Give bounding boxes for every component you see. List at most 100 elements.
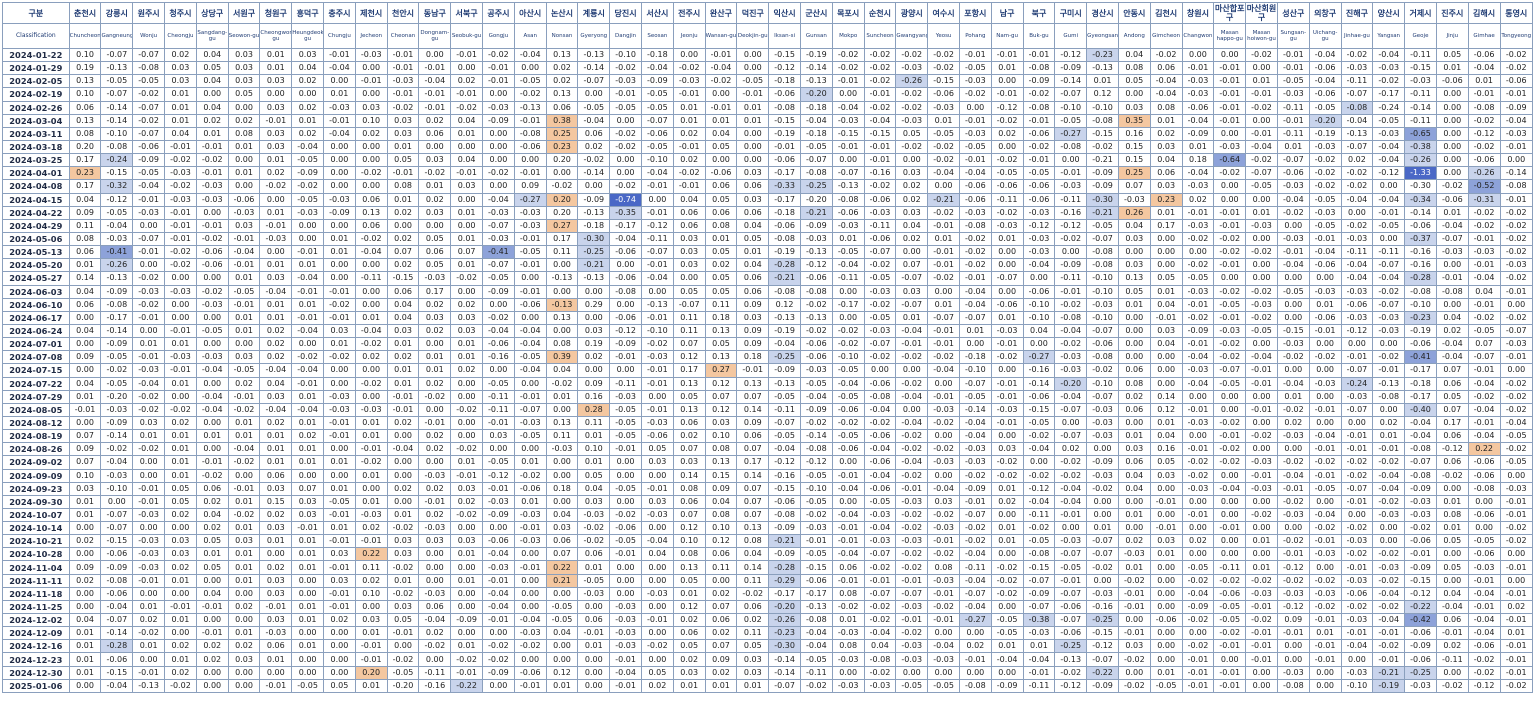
value-cell[interactable]: -0.05 (736, 74, 770, 89)
column-subheader[interactable]: Cheonan (386, 23, 420, 49)
value-cell[interactable]: 0.00 (195, 310, 229, 325)
value-cell[interactable]: -0.02 (927, 350, 960, 365)
value-cell[interactable]: 0.22 (545, 560, 579, 575)
value-cell[interactable]: -0.01 (927, 613, 960, 628)
value-cell[interactable]: 0.00 (1276, 297, 1310, 312)
value-cell[interactable]: -0.04 (1054, 389, 1088, 404)
value-cell[interactable]: -0.01 (1276, 61, 1310, 76)
value-cell[interactable]: 0.02 (704, 626, 738, 641)
value-cell[interactable]: -0.03 (513, 626, 547, 641)
value-cell[interactable]: 0.02 (323, 613, 356, 628)
value-cell[interactable]: -0.04 (1308, 429, 1342, 444)
column-subheader[interactable]: Gunsan (799, 23, 833, 49)
value-cell[interactable]: 0.03 (418, 534, 452, 549)
value-cell[interactable]: 0.03 (577, 494, 611, 509)
value-cell[interactable]: -0.01 (227, 297, 261, 312)
value-cell[interactable]: 0.01 (132, 429, 166, 444)
value-cell[interactable]: 0.00 (323, 376, 356, 391)
value-cell[interactable]: -0.02 (990, 350, 1024, 365)
row-date-cell[interactable]: 2024-01-29 (2, 61, 70, 76)
value-cell[interactable]: -0.04 (1149, 74, 1183, 89)
value-cell[interactable]: 0.02 (386, 415, 420, 431)
value-cell[interactable]: 0.01 (227, 521, 261, 536)
value-cell[interactable]: -0.03 (164, 350, 197, 365)
value-cell[interactable]: -0.02 (990, 586, 1024, 601)
value-cell[interactable]: -0.02 (863, 599, 897, 615)
value-cell[interactable]: 0.38 (545, 113, 579, 128)
value-cell[interactable]: 0.04 (1149, 153, 1183, 168)
value-cell[interactable]: -0.05 (1499, 429, 1533, 444)
value-cell[interactable]: -0.01 (704, 100, 738, 115)
value-cell[interactable]: -0.04 (1181, 586, 1215, 601)
value-cell[interactable]: -0.02 (895, 100, 929, 115)
value-cell[interactable]: -0.15 (100, 166, 134, 181)
value-cell[interactable]: 0.06 (672, 494, 706, 509)
value-cell[interactable]: 0.00 (1276, 271, 1310, 286)
value-cell[interactable]: 0.02 (418, 507, 452, 523)
value-cell[interactable]: 0.01 (927, 297, 960, 312)
value-cell[interactable]: -0.01 (927, 323, 960, 339)
value-cell[interactable]: -0.04 (958, 284, 992, 299)
value-cell[interactable]: 0.10 (704, 429, 738, 444)
value-cell[interactable]: -0.07 (640, 245, 674, 260)
value-cell[interactable]: -0.05 (1213, 599, 1247, 615)
value-cell[interactable]: -0.03 (227, 205, 261, 220)
value-cell[interactable]: -0.03 (1340, 231, 1374, 247)
value-cell[interactable]: 0.01 (354, 429, 388, 444)
value-cell[interactable]: -0.01 (1467, 599, 1501, 615)
value-cell[interactable]: 0.07 (736, 494, 770, 509)
value-cell[interactable]: 0.15 (259, 494, 293, 509)
value-cell[interactable]: -0.42 (1404, 613, 1437, 628)
value-cell[interactable]: -0.03 (1181, 218, 1215, 233)
value-cell[interactable]: -0.01 (323, 415, 356, 431)
value-cell[interactable]: 0.00 (1276, 639, 1310, 654)
value-cell[interactable]: -0.12 (100, 192, 134, 207)
value-cell[interactable]: -0.01 (1499, 652, 1533, 667)
value-cell[interactable]: -0.01 (323, 599, 356, 615)
value-cell[interactable]: -0.03 (958, 205, 992, 220)
value-cell[interactable]: -0.01 (927, 534, 960, 549)
value-cell[interactable]: 0.00 (513, 61, 547, 76)
value-cell[interactable]: 0.01 (323, 455, 356, 470)
value-cell[interactable]: 0.06 (577, 613, 611, 628)
value-cell[interactable]: 0.00 (1499, 547, 1533, 562)
value-cell[interactable]: -0.17 (768, 586, 801, 601)
value-cell[interactable]: 0.04 (704, 494, 738, 509)
value-cell[interactable]: 0.02 (1435, 323, 1469, 339)
value-cell[interactable]: 0.06 (259, 468, 293, 483)
value-cell[interactable]: 0.03 (386, 534, 420, 549)
value-cell[interactable]: 0.00 (990, 245, 1024, 260)
value-cell[interactable]: 0.03 (386, 599, 420, 615)
value-cell[interactable]: 0.07 (1435, 363, 1469, 378)
value-cell[interactable]: 0.01 (1117, 429, 1151, 444)
value-cell[interactable]: -0.33 (768, 179, 801, 194)
value-cell[interactable]: -0.01 (736, 87, 770, 102)
column-subheader[interactable]: Yeosu (927, 23, 960, 49)
value-cell[interactable]: -0.02 (1308, 455, 1342, 470)
value-cell[interactable]: 0.02 (418, 376, 452, 391)
value-cell[interactable]: -0.04 (577, 113, 611, 128)
value-cell[interactable]: -0.11 (418, 665, 452, 680)
value-cell[interactable]: 0.07 (704, 389, 738, 404)
value-cell[interactable]: -0.04 (609, 231, 642, 247)
value-cell[interactable]: 0.02 (545, 61, 579, 76)
value-cell[interactable]: -0.06 (1022, 389, 1056, 404)
value-cell[interactable]: 0.04 (672, 192, 706, 207)
value-cell[interactable]: 0.04 (68, 376, 102, 391)
value-cell[interactable]: -0.03 (259, 231, 293, 247)
value-cell[interactable]: -0.05 (863, 310, 897, 325)
value-cell[interactable]: -0.03 (1276, 665, 1310, 680)
value-cell[interactable]: 0.00 (450, 61, 483, 76)
value-cell[interactable]: 0.02 (291, 100, 325, 115)
value-cell[interactable]: -0.04 (1467, 613, 1501, 628)
value-cell[interactable]: -0.10 (100, 481, 134, 496)
value-cell[interactable]: -0.04 (799, 113, 833, 128)
value-cell[interactable]: 0.00 (736, 139, 770, 155)
value-cell[interactable]: 0.00 (1149, 652, 1183, 667)
value-cell[interactable]: 0.00 (1181, 521, 1215, 536)
value-cell[interactable]: -0.08 (1086, 245, 1119, 260)
value-cell[interactable]: 0.01 (291, 534, 325, 549)
value-cell[interactable]: 0.05 (672, 639, 706, 654)
value-cell[interactable]: -0.03 (386, 74, 420, 89)
value-cell[interactable]: 0.06 (672, 218, 706, 233)
